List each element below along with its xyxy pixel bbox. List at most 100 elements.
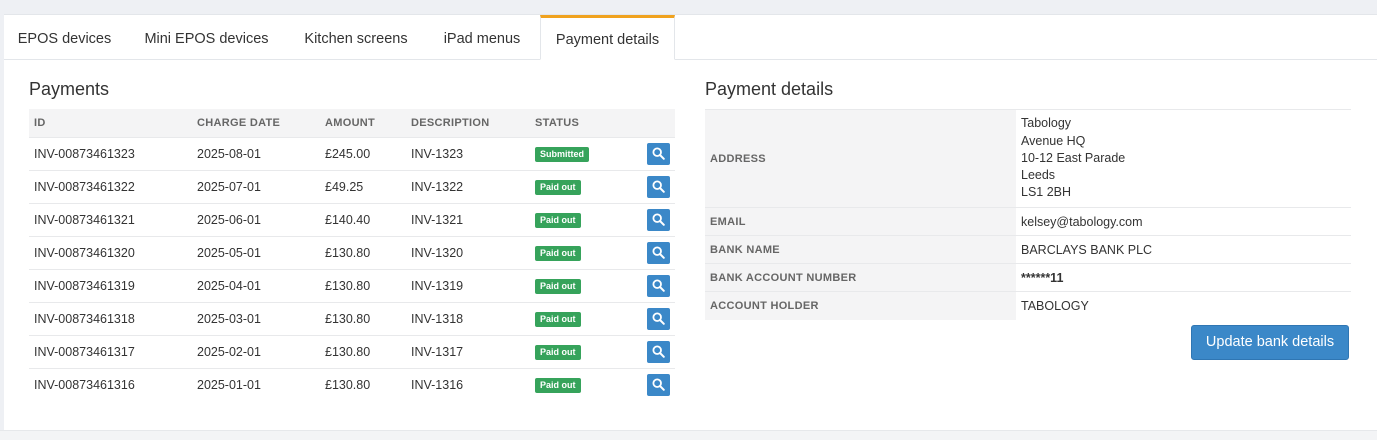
charge-date: 2025-06-01 (192, 203, 320, 237)
view-invoice-button[interactable] (647, 374, 670, 396)
charge-date: 2025-07-01 (192, 170, 320, 204)
actions-cell (642, 335, 675, 369)
invoice-id: INV-00873461317 (29, 335, 192, 369)
view-invoice-button[interactable] (647, 209, 670, 231)
table-row: INV-00873461323 2025-08-01 £245.00 INV-1323… (29, 137, 675, 171)
status-cell: Paid out (530, 203, 642, 237)
update-bank-details-button[interactable]: Update bank details (1191, 325, 1349, 360)
actions-cell (642, 236, 675, 270)
status-cell: Paid out (530, 302, 642, 336)
table-row: INV-00873461322 2025-07-01 £49.25 INV-1322 P… (29, 170, 675, 204)
tab-mini-epos-devices[interactable]: Mini EPOS devices (125, 15, 288, 59)
charge-date: 2025-04-01 (192, 269, 320, 303)
status-badge: Paid out (535, 180, 581, 195)
status-cell: Paid out (530, 170, 642, 204)
description: INV-1318 (406, 302, 530, 336)
status-badge: Paid out (535, 213, 581, 228)
table-row: INV-00873461316 2025-01-01 £130.80 INV-1316… (29, 368, 675, 401)
status-badge: Paid out (535, 345, 581, 360)
search-icon (652, 180, 665, 193)
detail-row-account-number: BANK ACCOUNT NUMBER ******11 (705, 263, 1351, 292)
description: INV-1322 (406, 170, 530, 204)
account-number-label: BANK ACCOUNT NUMBER (705, 263, 1016, 292)
table-row: INV-00873461318 2025-03-01 £130.80 INV-1318… (29, 302, 675, 336)
status-badge: Paid out (535, 279, 581, 294)
email-value: kelsey@tabology.com (1016, 207, 1351, 236)
status-cell: Paid out (530, 269, 642, 303)
charge-date: 2025-05-01 (192, 236, 320, 270)
description: INV-1319 (406, 269, 530, 303)
invoice-id: INV-00873461319 (29, 269, 192, 303)
amount: £130.80 (320, 335, 406, 369)
actions-cell (642, 368, 675, 401)
address-line: LS1 2BH (1021, 185, 1072, 200)
status-badge: Paid out (535, 378, 581, 393)
status-cell: Paid out (530, 335, 642, 369)
charge-date: 2025-01-01 (192, 368, 320, 401)
amount: £130.80 (320, 236, 406, 270)
amount: £130.80 (320, 368, 406, 401)
column-header-charge-date: CHARGE DATE (192, 109, 320, 138)
account-holder-label: ACCOUNT HOLDER (705, 291, 1016, 320)
actions-cell (642, 137, 675, 171)
amount: £140.40 (320, 203, 406, 237)
payment-details-title: Payment details (705, 79, 834, 99)
description: INV-1321 (406, 203, 530, 237)
payments-table: ID CHARGE DATE AMOUNT DESCRIPTION STATUS… (29, 109, 675, 401)
tab-epos-devices[interactable]: EPOS devices (4, 15, 125, 59)
table-row: INV-00873461317 2025-02-01 £130.80 INV-1317… (29, 335, 675, 369)
view-invoice-button[interactable] (647, 242, 670, 264)
detail-row-account-holder: ACCOUNT HOLDER TABOLOGY (705, 291, 1351, 320)
address-value: Tabology Avenue HQ 10-12 East Parade Lee… (1016, 109, 1351, 208)
tab-bar: EPOS devices Mini EPOS devices Kitchen s… (4, 15, 1377, 60)
tab-payment-details[interactable]: Payment details (540, 15, 675, 60)
search-icon (652, 147, 665, 160)
bank-name-value: BARCLAYS BANK PLC (1016, 235, 1351, 264)
actions-cell (642, 170, 675, 204)
payments-title: Payments (29, 79, 110, 99)
amount: £245.00 (320, 137, 406, 171)
invoice-id: INV-00873461316 (29, 368, 192, 401)
status-cell: Paid out (530, 236, 642, 270)
amount: £130.80 (320, 269, 406, 303)
email-label: EMAIL (705, 207, 1016, 236)
search-icon (652, 378, 665, 391)
amount: £49.25 (320, 170, 406, 204)
view-invoice-button[interactable] (647, 308, 670, 330)
tab-kitchen-screens[interactable]: Kitchen screens (288, 15, 424, 59)
status-cell: Paid out (530, 368, 642, 401)
actions-cell (642, 269, 675, 303)
column-header-status: STATUS (530, 109, 642, 138)
invoice-id: INV-00873461320 (29, 236, 192, 270)
amount: £130.80 (320, 302, 406, 336)
address-line: 10-12 East Parade (1021, 150, 1126, 165)
search-icon (652, 312, 665, 325)
search-icon (652, 246, 665, 259)
status-badge: Paid out (535, 312, 581, 327)
view-invoice-button[interactable] (647, 341, 670, 363)
address-line: Tabology (1021, 116, 1072, 131)
charge-date: 2025-03-01 (192, 302, 320, 336)
charge-date: 2025-02-01 (192, 335, 320, 369)
status-badge: Submitted (535, 147, 589, 162)
view-invoice-button[interactable] (647, 275, 670, 297)
invoice-id: INV-00873461321 (29, 203, 192, 237)
detail-row-address: ADDRESS Tabology Avenue HQ 10-12 East Pa… (705, 109, 1351, 208)
column-header-amount: AMOUNT (320, 109, 406, 138)
tab-ipad-menus[interactable]: iPad menus (424, 15, 540, 59)
view-invoice-button[interactable] (647, 176, 670, 198)
bank-name-label: BANK NAME (705, 235, 1016, 264)
payment-details-table: ADDRESS Tabology Avenue HQ 10-12 East Pa… (705, 109, 1351, 320)
search-icon (652, 213, 665, 226)
table-row: INV-00873461321 2025-06-01 £140.40 INV-1321… (29, 203, 675, 237)
table-row: INV-00873461320 2025-05-01 £130.80 INV-1320… (29, 236, 675, 270)
description: INV-1316 (406, 368, 530, 401)
status-cell: Submitted (530, 137, 642, 171)
address-label: ADDRESS (705, 109, 1016, 208)
view-invoice-button[interactable] (647, 143, 670, 165)
actions-cell (642, 302, 675, 336)
invoice-id: INV-00873461318 (29, 302, 192, 336)
status-badge: Paid out (535, 246, 581, 261)
account-number-value: ******11 (1016, 263, 1351, 292)
table-row: INV-00873461319 2025-04-01 £130.80 INV-1319… (29, 269, 675, 303)
